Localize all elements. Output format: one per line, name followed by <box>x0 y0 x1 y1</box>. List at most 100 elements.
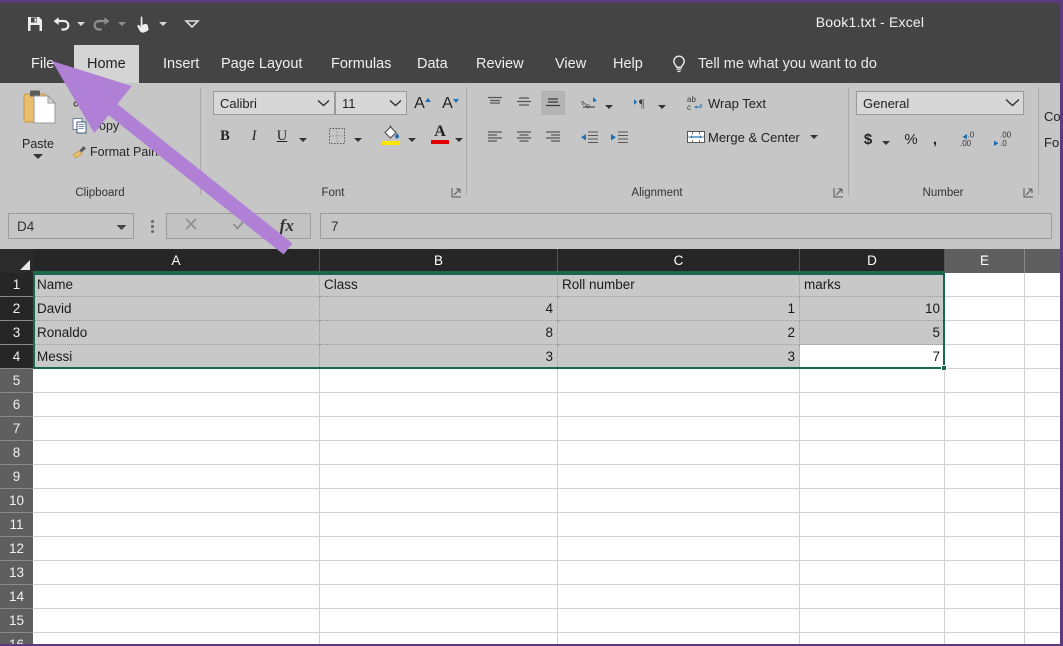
cell-c11[interactable] <box>558 513 800 537</box>
increase-indent-button[interactable] <box>606 125 632 149</box>
insert-function-icon[interactable]: fx <box>280 216 294 236</box>
cell-d5[interactable] <box>800 369 945 393</box>
cell-e4[interactable] <box>945 345 1025 369</box>
accounting-format-button[interactable]: $ <box>858 127 878 151</box>
cell-d9[interactable] <box>800 465 945 489</box>
cell-e6[interactable] <box>945 393 1025 417</box>
cell-a5[interactable] <box>33 369 320 393</box>
row-header-16[interactable]: 16 <box>0 633 33 644</box>
cell-b3[interactable]: 8 <box>320 321 558 345</box>
cell-e8[interactable] <box>945 441 1025 465</box>
italic-button[interactable]: I <box>242 123 266 149</box>
align-right-button[interactable] <box>541 125 565 149</box>
cell-c15[interactable] <box>558 609 800 633</box>
merge-center-dropdown-icon[interactable] <box>810 135 818 139</box>
name-box-dropdown-icon[interactable] <box>109 219 133 234</box>
tell-me-box[interactable]: Tell me what you want to do <box>698 45 877 83</box>
formula-bar-handle[interactable] <box>148 218 156 235</box>
middle-align-button[interactable] <box>512 91 536 115</box>
underline-dropdown-icon[interactable] <box>297 127 309 153</box>
cell-c6[interactable] <box>558 393 800 417</box>
cell-b4[interactable]: 3 <box>320 345 558 369</box>
number-dialog-launcher[interactable] <box>1023 187 1034 198</box>
cell-b15[interactable] <box>320 609 558 633</box>
cell-f2[interactable] <box>1025 297 1060 321</box>
bold-button[interactable]: B <box>213 123 237 149</box>
copy-button[interactable]: Copy <box>70 117 119 135</box>
cell-f1[interactable] <box>1025 273 1060 297</box>
cell-a2[interactable]: David <box>33 297 320 321</box>
row-header-9[interactable]: 9 <box>0 465 33 489</box>
cell-d7[interactable] <box>800 417 945 441</box>
cell-e10[interactable] <box>945 489 1025 513</box>
formula-input[interactable]: 7 <box>320 213 1052 239</box>
cell-d14[interactable] <box>800 585 945 609</box>
wrap-text-button[interactable]: ab c Wrap Text <box>684 91 766 115</box>
font-color-dropdown-icon[interactable] <box>453 127 465 153</box>
cell-b12[interactable] <box>320 537 558 561</box>
tab-insert[interactable]: Insert <box>150 45 212 83</box>
cell-c12[interactable] <box>558 537 800 561</box>
row-header-12[interactable]: 12 <box>0 537 33 561</box>
cell-f3[interactable] <box>1025 321 1060 345</box>
borders-button[interactable] <box>324 123 350 149</box>
row-header-11[interactable]: 11 <box>0 513 33 537</box>
paste-button[interactable]: Paste <box>8 87 68 159</box>
cell-c2[interactable]: 1 <box>558 297 800 321</box>
text-direction-dropdown-icon[interactable] <box>656 95 668 119</box>
borders-dropdown-icon[interactable] <box>352 127 364 153</box>
orientation-button[interactable]: a b <box>576 91 604 115</box>
tab-home[interactable]: Home <box>74 45 139 83</box>
orientation-dropdown-icon[interactable] <box>603 95 615 119</box>
cell-f13[interactable] <box>1025 561 1060 585</box>
cell-d1[interactable]: marks <box>800 273 945 297</box>
cell-a8[interactable] <box>33 441 320 465</box>
fill-color-button[interactable] <box>378 121 404 147</box>
cell-a1[interactable]: Name <box>33 273 320 297</box>
column-header-d[interactable]: D <box>800 249 945 273</box>
top-align-button[interactable] <box>483 91 507 115</box>
decrease-decimal-button[interactable]: .00 .0 <box>989 127 1019 151</box>
cell-b14[interactable] <box>320 585 558 609</box>
cell-c3[interactable]: 2 <box>558 321 800 345</box>
cell-a7[interactable] <box>33 417 320 441</box>
cell-d16[interactable] <box>800 633 945 644</box>
enter-icon[interactable] <box>231 216 247 237</box>
font-name-combo[interactable]: Calibri <box>213 91 335 115</box>
align-left-button[interactable] <box>483 125 507 149</box>
cell-b9[interactable] <box>320 465 558 489</box>
format-as-table-button[interactable]: Fo <box>1044 135 1063 150</box>
name-box[interactable]: D4 <box>8 213 134 239</box>
cell-d13[interactable] <box>800 561 945 585</box>
font-color-button[interactable]: A <box>428 121 452 147</box>
cell-d4[interactable]: 7 <box>800 345 945 369</box>
row-header-13[interactable]: 13 <box>0 561 33 585</box>
cell-c9[interactable] <box>558 465 800 489</box>
tab-help[interactable]: Help <box>600 45 656 83</box>
row-header-8[interactable]: 8 <box>0 441 33 465</box>
fill-color-dropdown-icon[interactable] <box>406 127 418 153</box>
cell-d3[interactable]: 5 <box>800 321 945 345</box>
cell-f12[interactable] <box>1025 537 1060 561</box>
increase-font-size-button[interactable]: A <box>411 91 435 117</box>
cell-a4[interactable]: Messi <box>33 345 320 369</box>
row-header-10[interactable]: 10 <box>0 489 33 513</box>
cell-a10[interactable] <box>33 489 320 513</box>
cell-c10[interactable] <box>558 489 800 513</box>
cell-e11[interactable] <box>945 513 1025 537</box>
cell-f6[interactable] <box>1025 393 1060 417</box>
cell-f11[interactable] <box>1025 513 1060 537</box>
fill-handle[interactable] <box>941 365 947 371</box>
cell-a11[interactable] <box>33 513 320 537</box>
cell-e15[interactable] <box>945 609 1025 633</box>
center-align-button[interactable] <box>512 125 536 149</box>
tab-data[interactable]: Data <box>404 45 461 83</box>
cell-b7[interactable] <box>320 417 558 441</box>
column-header-f[interactable] <box>1025 249 1060 273</box>
cell-d15[interactable] <box>800 609 945 633</box>
cell-b1[interactable]: Class <box>320 273 558 297</box>
number-format-combo[interactable]: General <box>856 91 1024 115</box>
font-dialog-launcher[interactable] <box>451 187 462 198</box>
cell-e13[interactable] <box>945 561 1025 585</box>
column-header-b[interactable]: B <box>320 249 558 273</box>
